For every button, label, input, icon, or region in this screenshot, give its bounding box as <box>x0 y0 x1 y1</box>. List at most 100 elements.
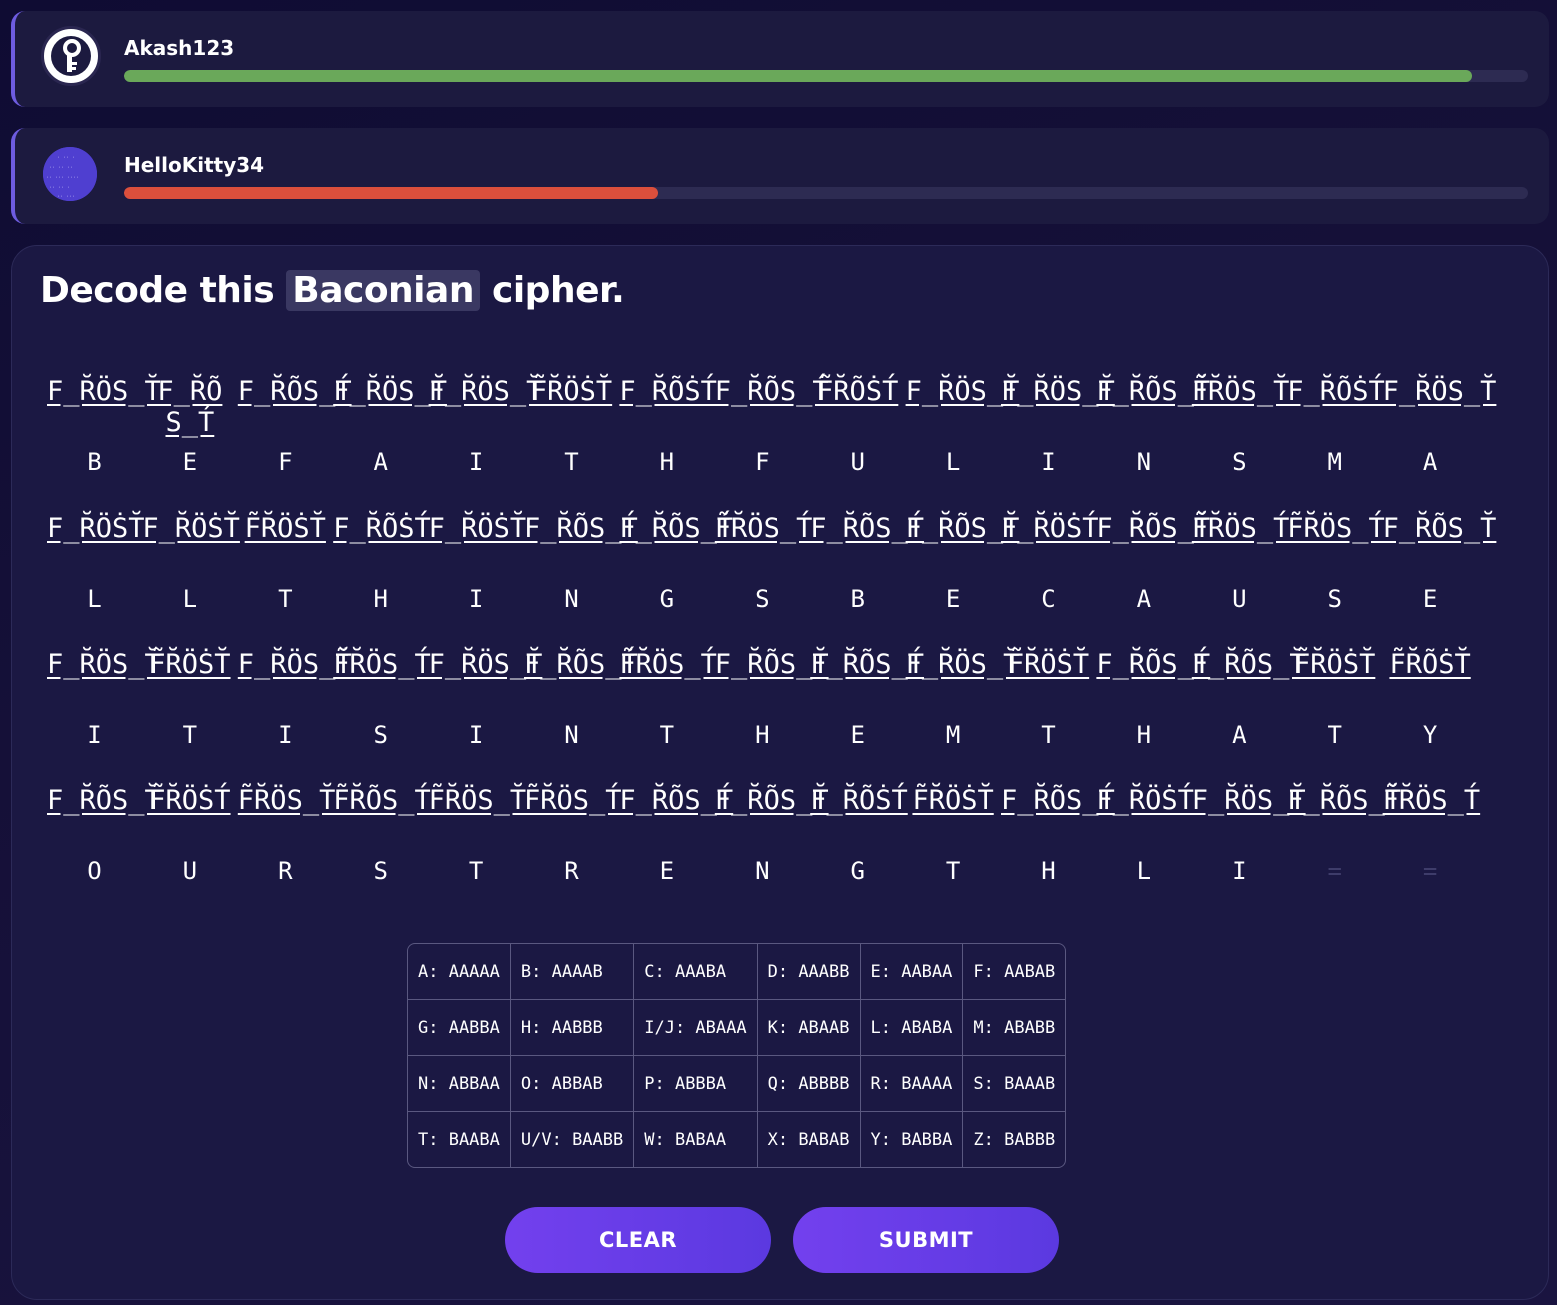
submit-button[interactable]: SUBMIT <box>793 1207 1059 1273</box>
decoded-letter-input[interactable]: S <box>333 721 428 749</box>
key-table-cell: U/V: BAABB <box>511 1112 635 1167</box>
decoded-letter-input[interactable]: S <box>715 585 810 613</box>
cipher-word: F̲R̆ÕS̲T́ <box>619 513 734 544</box>
decoded-letter-input[interactable]: L <box>47 585 142 613</box>
decoded-letter-input[interactable]: H <box>1096 721 1191 749</box>
cipher-word: F̲R̆ÖS̲T̆ <box>905 376 1020 407</box>
clear-button[interactable]: CLEAR <box>505 1207 771 1273</box>
decoded-letter-input[interactable]: Y <box>1383 721 1478 749</box>
decoded-letter-input[interactable]: A <box>1383 448 1478 476</box>
decoded-letter-input[interactable]: H <box>1001 857 1096 885</box>
decoded-letter-input[interactable]: O <box>47 857 142 885</box>
decoded-letter-input[interactable]: N <box>524 585 619 613</box>
cipher-word: F̲R̆ÕS̲T́ <box>524 649 638 680</box>
decoded-letter-input[interactable]: M <box>906 721 1001 749</box>
key-table-cell: B: AAAAB <box>510 944 635 1000</box>
decoded-letter-input[interactable]: N <box>1096 448 1191 476</box>
svg-text:·· ·· ··: ·· ·· ·· <box>49 165 73 171</box>
question-suffix: cipher. <box>492 270 625 311</box>
svg-text:· ·· ·: · ·· · <box>57 155 75 161</box>
key-table-cell: X: BABAB <box>758 1112 861 1167</box>
key-table-cell: M: ABABB <box>963 1000 1066 1056</box>
cipher-word: F̲R̆ÕS̲T́ <box>810 513 924 544</box>
key-table-cell: A: AAAAA <box>408 944 511 1000</box>
decoded-letter-input[interactable]: S <box>333 857 428 885</box>
decoded-letter-input[interactable]: I <box>1001 448 1096 476</box>
cipher-word: F̲R̆ÕS̲T́ <box>810 649 924 680</box>
decoded-letter-input[interactable]: T <box>1287 721 1382 749</box>
decoded-letter-input[interactable]: N <box>524 721 619 749</box>
decoded-letter-input[interactable]: F <box>715 448 810 476</box>
key-table-cell: I/J: ABAAA <box>634 1000 758 1056</box>
decoded-letter-input[interactable]: B <box>810 585 905 613</box>
decoded-letter-input[interactable]: M <box>1287 448 1382 476</box>
progress-track <box>124 187 1528 199</box>
decoded-letter-input[interactable]: I <box>238 721 333 749</box>
decoded-letter-input[interactable]: T <box>429 857 524 885</box>
decoded-letter-input[interactable]: A <box>333 448 428 476</box>
cipher-word: F̃R̆ÖS̲T́ <box>1287 513 1385 544</box>
cipher-word: F̲R̆ÕS̲T̆ <box>714 649 829 680</box>
decoded-letter-input[interactable]: U <box>142 857 237 885</box>
player-name: Akash123 <box>124 36 235 60</box>
decoded-letter-input[interactable]: R <box>238 857 333 885</box>
key-table-row: T: BAABA U/V: BAABB W: BABAA X: BABAB Y: BAB… <box>408 1112 1065 1167</box>
decoded-letter-input[interactable]: I <box>429 721 524 749</box>
cipher-word: F̃R̆ÖṠT́ <box>149 785 231 816</box>
decoded-letter-input[interactable]: U <box>810 448 905 476</box>
key-avatar-icon <box>41 26 101 86</box>
cipher-word: F̲R̆ÖṠT́ <box>1001 513 1099 544</box>
decoded-letter-input[interactable]: T <box>142 721 237 749</box>
decoded-letter-input[interactable]: G <box>619 585 714 613</box>
key-table-row: G: AABBA H: AABBB I/J: ABAAA K: ABAAB L: ABA… <box>408 1000 1066 1056</box>
decoded-letter-input[interactable]: E <box>810 721 905 749</box>
decoded-letter-input[interactable]: S <box>1287 585 1382 613</box>
decoded-letter-input[interactable]: L <box>142 585 237 613</box>
question-prefix: Decode this <box>40 270 275 311</box>
decoded-letter-input[interactable]: E <box>619 857 714 885</box>
key-table-cell: Z: BABBB <box>973 1129 1056 1150</box>
decoded-letter-input[interactable]: H <box>619 448 714 476</box>
decoded-letter-input[interactable]: S <box>1192 448 1287 476</box>
cipher-word: F̲R̆ÖṠT̆ <box>428 513 527 544</box>
decoded-letter-input[interactable]: F <box>238 448 333 476</box>
cipher-text-avatar-icon: · ·· · ·· ·· ·· ·· ··· ···· ·· ·· · ·· ·… <box>43 147 97 201</box>
decoded-letter-input[interactable]: N <box>715 857 810 885</box>
decoded-letter-input[interactable]: A <box>1096 585 1191 613</box>
decoded-letter-input[interactable]: = <box>1383 857 1478 885</box>
decoded-letter-input[interactable]: E <box>906 585 1001 613</box>
decoded-letter-input[interactable]: E <box>1383 585 1478 613</box>
cipher-word: F̲R̆ÖṠT̆ <box>47 513 145 544</box>
cipher-word: F̃R̆ÖṠT̆ <box>1007 649 1090 680</box>
decoded-letter-input[interactable]: R <box>524 857 619 885</box>
decoded-letter-input[interactable]: T <box>1001 721 1096 749</box>
decoded-letter-input[interactable]: I <box>429 585 524 613</box>
key-table-cell: L: ABABA <box>860 1000 964 1056</box>
progress-track <box>124 70 1528 82</box>
cipher-word: F̲R̆ÕṠT́ <box>810 785 908 816</box>
decoded-letter-input[interactable]: T <box>238 585 333 613</box>
decoded-letter-input[interactable]: = <box>1287 857 1382 885</box>
decoded-letter-input[interactable]: G <box>810 857 905 885</box>
decoded-letter-input[interactable]: U <box>1192 585 1287 613</box>
decoded-letter-input[interactable]: B <box>47 448 142 476</box>
decoded-letter-input[interactable]: C <box>1001 585 1096 613</box>
cipher-word: F̲R̆ÖS̲T̆ <box>428 649 543 680</box>
cipher-word: F̲R̆ÕS̲T́ <box>1001 785 1115 816</box>
decoded-letter-input[interactable]: I <box>47 721 142 749</box>
decoded-letter-input[interactable]: L <box>906 448 1001 476</box>
decoded-letter-input[interactable]: L <box>1096 857 1191 885</box>
decoded-letter-input[interactable]: I <box>429 448 524 476</box>
player-name: HelloKitty34 <box>124 153 265 177</box>
key-table-cell: H: AABBB <box>510 1000 635 1056</box>
decoded-letter-input[interactable]: T <box>524 448 619 476</box>
decoded-letter-input[interactable]: A <box>1192 721 1287 749</box>
key-table-cell: O: ABBAB <box>510 1056 635 1112</box>
decoded-letter-input[interactable]: E <box>142 448 237 476</box>
decoded-letter-input[interactable]: H <box>715 721 810 749</box>
cipher-word: F̃R̆ÖS̲T̆ <box>1191 376 1290 407</box>
decoded-letter-input[interactable]: T <box>906 857 1001 885</box>
decoded-letter-input[interactable]: T <box>619 721 714 749</box>
decoded-letter-input[interactable]: I <box>1192 857 1287 885</box>
decoded-letter-input[interactable]: H <box>333 585 428 613</box>
